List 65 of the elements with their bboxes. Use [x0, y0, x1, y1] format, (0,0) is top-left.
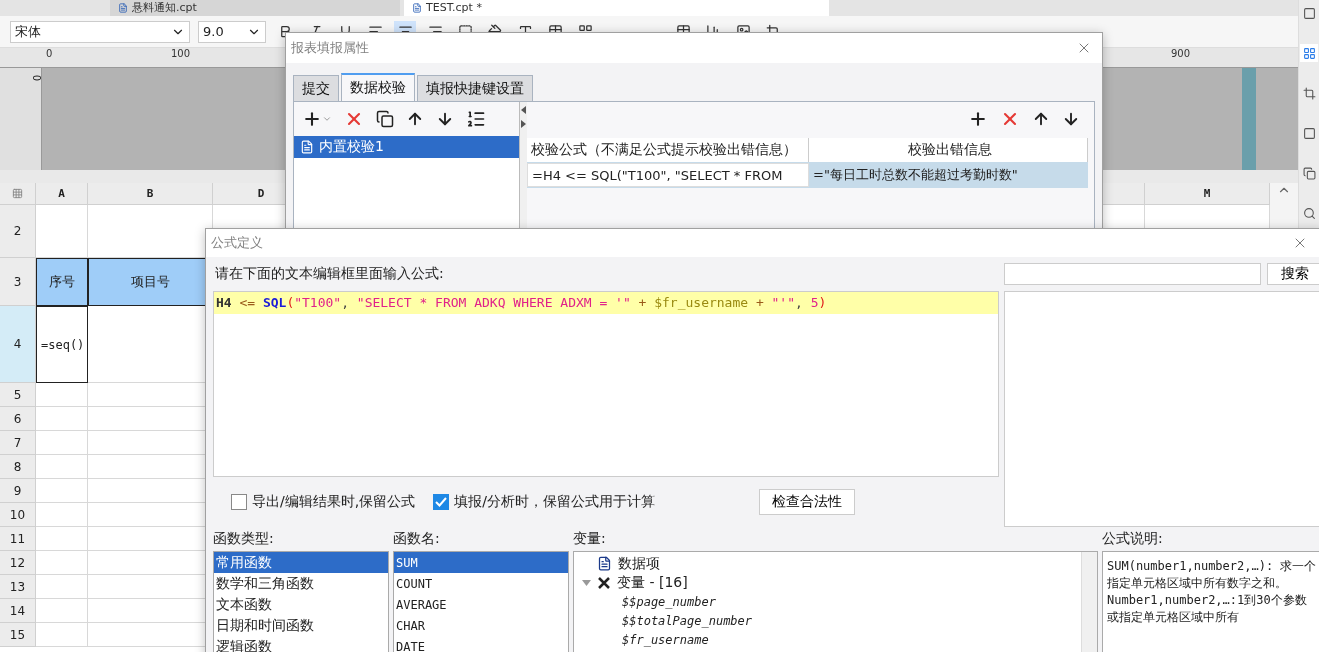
- row-number[interactable]: 3: [0, 258, 36, 306]
- tree-item[interactable]: 数据项: [618, 554, 660, 573]
- row-number[interactable]: 10: [0, 503, 36, 527]
- section-label: 公式说明:: [1102, 529, 1164, 548]
- formula-field[interactable]: =H4 <= SQL("T100", "SELECT * FROM: [527, 163, 809, 187]
- row-number[interactable]: 11: [0, 527, 36, 551]
- table-cell-text: ="每日工时总数不能超过考勤时数": [812, 166, 1019, 184]
- table-row[interactable]: =H4 <= SQL("T100", "SELECT * FROM ="每日工时总数不能超过考勤时数": [527, 162, 1088, 188]
- document-tab[interactable]: 悬料通知.cpt: [110, 0, 400, 16]
- row-number[interactable]: 4: [0, 306, 36, 383]
- document-tab[interactable]: TEST.cpt *: [404, 0, 829, 16]
- tab-label: TEST.cpt *: [426, 0, 482, 16]
- row-number[interactable]: 2: [0, 205, 36, 258]
- tree-item[interactable]: 变量 - [16]: [617, 573, 688, 592]
- row-number[interactable]: 12: [0, 551, 36, 575]
- list-item[interactable]: AVERAGE: [394, 594, 568, 615]
- list-item[interactable]: 常用函数: [214, 552, 388, 573]
- formula-cell: =seq(): [36, 306, 88, 383]
- row-number[interactable]: 6: [0, 407, 36, 431]
- ruler-label: 100: [170, 48, 192, 61]
- validate-button[interactable]: 检查合法性: [758, 489, 855, 516]
- column-header[interactable]: M: [1145, 183, 1270, 205]
- window-title: 公式定义: [211, 234, 263, 252]
- header-cell: 序号: [36, 258, 88, 306]
- description-text: SUM(number1,number2,…): 求一个指定单元格区域中所有数字之和。: [1107, 558, 1317, 592]
- list-item[interactable]: SUM: [394, 552, 568, 573]
- list-item[interactable]: 内置校验1: [294, 136, 519, 158]
- row-number[interactable]: 15: [0, 623, 36, 647]
- section-label: 函数名:: [393, 529, 441, 548]
- font-select[interactable]: 宋体: [10, 20, 190, 43]
- checkbox-label: 导出/编辑结果时,保留公式: [252, 493, 416, 512]
- list-item[interactable]: 日期和时间函数: [214, 615, 388, 636]
- list-item[interactable]: 逻辑函数: [214, 636, 388, 652]
- list-item[interactable]: 文本函数: [214, 594, 388, 615]
- list-item[interactable]: CHAR: [394, 615, 568, 636]
- list-item[interactable]: COUNT: [394, 573, 568, 594]
- description-text: Number1,number2,…:1到30个参数或指定单元格区域中所有: [1107, 592, 1308, 626]
- list-item[interactable]: 数学和三角函数: [214, 573, 388, 594]
- tree-item[interactable]: $$page_number: [622, 594, 716, 609]
- row-number[interactable]: 8: [0, 455, 36, 479]
- window-title: 报表填报属性: [291, 39, 369, 57]
- column-header[interactable]: B: [88, 183, 213, 205]
- row-number[interactable]: 14: [0, 599, 36, 623]
- row-number[interactable]: 9: [0, 479, 36, 503]
- row-number[interactable]: 13: [0, 575, 36, 599]
- column-header[interactable]: A: [36, 183, 88, 205]
- tab-label: 悬料通知.cpt: [132, 0, 197, 16]
- tab[interactable]: 提交: [293, 75, 339, 101]
- tab[interactable]: 数据校验: [341, 73, 415, 101]
- size-select[interactable]: 9.0: [198, 20, 266, 43]
- search-button[interactable]: 搜索: [1267, 263, 1319, 285]
- section-label: 函数类型:: [213, 529, 275, 548]
- ruler-label: 900: [1170, 48, 1192, 61]
- list-item[interactable]: DATE: [394, 636, 568, 652]
- section-label: 变量:: [573, 529, 607, 548]
- tab[interactable]: 填报快捷键设置: [417, 75, 533, 101]
- tree-item[interactable]: $fr_username: [622, 632, 709, 647]
- ruler-label: 0: [29, 74, 42, 82]
- tree-item[interactable]: $$totalPage_number: [622, 613, 753, 628]
- prompt-label: 请在下面的文本编辑框里面输入公式:: [214, 263, 445, 283]
- formula-editor[interactable]: H4 <= SQL("T100", "SELECT * FROM ADKQ WHERE ADXM = '" + $fr_username + "'", 5): [213, 290, 999, 478]
- ruler-label: 0: [45, 48, 54, 61]
- row-number[interactable]: 5: [0, 383, 36, 407]
- checkbox-label: 填报/分析时，保留公式用于计算: [454, 493, 655, 512]
- row-number[interactable]: 7: [0, 431, 36, 455]
